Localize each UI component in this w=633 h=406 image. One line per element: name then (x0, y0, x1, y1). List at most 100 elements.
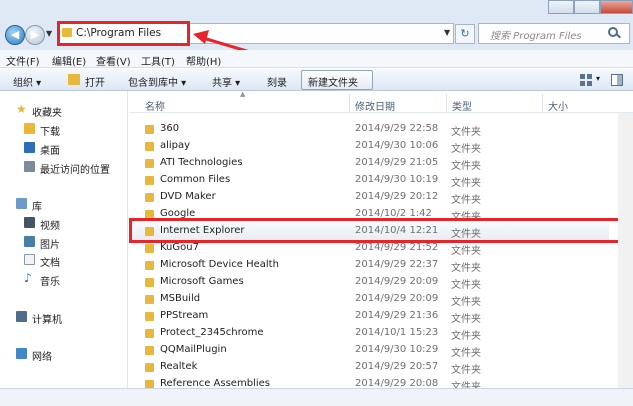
close-button[interactable] (600, 0, 633, 14)
file-name[interactable]: Microsoft Games (160, 276, 244, 287)
column-name[interactable]: 名称 (145, 98, 165, 113)
folder-icon (145, 159, 154, 168)
sidebar-item-favorites[interactable]: 收藏夹 (32, 104, 62, 119)
file-name[interactable]: QQMailPlugin (160, 344, 227, 355)
include-in-library-button[interactable]: 包含到库中 ▾ (128, 74, 186, 89)
sidebar-item-documents[interactable]: 文档 (40, 254, 60, 269)
folder-icon (145, 329, 154, 338)
organize-button[interactable]: 组织 ▾ (13, 74, 41, 89)
vertical-scrollbar[interactable] (618, 113, 633, 388)
table-row[interactable]: Protect_2345chrome 2014/10/1 15:23 文件夹 (129, 325, 609, 342)
file-name[interactable]: Common Files (160, 174, 230, 185)
menu-help[interactable]: 帮助(H) (186, 53, 221, 68)
refresh-button[interactable]: ↻ (455, 24, 475, 44)
sidebar-item-desktop[interactable]: 桌面 (40, 142, 60, 157)
column-modified[interactable]: 修改日期 (355, 98, 395, 113)
back-button[interactable]: ◀ (5, 25, 25, 45)
column-separator[interactable] (349, 94, 350, 112)
search-icon[interactable] (608, 27, 618, 37)
file-type: 文件夹 (451, 127, 481, 138)
table-row[interactable]: Microsoft Device Health 2014/9/29 22:37 文件… (129, 257, 609, 274)
column-separator[interactable] (446, 94, 447, 112)
file-name[interactable]: MSBuild (160, 293, 200, 304)
address-dropdown-icon[interactable]: ▼ (444, 28, 450, 37)
modified-date: 2014/9/29 20:09 (355, 276, 439, 287)
table-row[interactable]: DVD Maker 2014/9/29 20:12 文件夹 (129, 189, 609, 206)
picture-icon (24, 236, 35, 247)
file-type: 文件夹 (451, 365, 481, 376)
sort-arrow-icon: ▲ (240, 90, 246, 98)
document-icon (24, 254, 35, 265)
desktop-icon (24, 142, 35, 153)
sidebar-item-recent[interactable]: 最近访问的位置 (40, 161, 110, 176)
folder-icon (145, 244, 154, 253)
sidebar-item-network[interactable]: 网络 (32, 348, 52, 363)
file-type: 文件夹 (451, 314, 481, 325)
burn-button[interactable]: 刻录 (267, 74, 287, 89)
star-icon: ★ (16, 102, 27, 116)
view-dropdown-icon[interactable]: ▾ (596, 74, 600, 83)
modified-date: 2014/9/29 22:58 (355, 123, 439, 134)
sidebar-item-videos[interactable]: 视频 (40, 217, 60, 232)
folder-icon (145, 363, 154, 372)
file-name[interactable]: alipay (160, 140, 190, 151)
minimize-button[interactable] (548, 0, 574, 14)
file-name[interactable]: DVD Maker (160, 191, 216, 202)
table-row[interactable]: MSBuild 2014/9/29 20:09 文件夹 (129, 291, 609, 308)
library-icon (16, 198, 27, 209)
file-name[interactable]: ATI Technologies (160, 157, 243, 168)
preview-pane-icon[interactable] (611, 74, 623, 86)
file-type: 文件夹 (451, 263, 481, 274)
column-separator[interactable] (542, 94, 543, 112)
modified-date: 2014/9/30 10:19 (355, 174, 439, 185)
table-row[interactable]: ATI Technologies 2014/9/29 21:05 文件夹 (129, 155, 609, 172)
view-options-icon[interactable] (580, 74, 592, 86)
menu-edit[interactable]: 编辑(E) (52, 53, 86, 68)
file-type: 文件夹 (451, 178, 481, 189)
sidebar-item-music[interactable]: 音乐 (40, 273, 60, 288)
video-icon (24, 217, 35, 228)
file-name[interactable]: Microsoft Device Health (160, 259, 279, 270)
menu-file[interactable]: 文件(F) (6, 53, 40, 68)
modified-date: 2014/9/29 21:52 (355, 242, 439, 253)
modified-date: 2014/10/1 15:23 (355, 327, 439, 338)
file-name[interactable]: Realtek (160, 361, 197, 372)
file-name[interactable]: KuGou7 (160, 242, 199, 253)
file-type: 文件夹 (451, 144, 481, 155)
sidebar-item-libraries[interactable]: 库 (32, 198, 42, 213)
open-folder-icon (68, 74, 80, 85)
table-row[interactable]: 360 2014/9/29 22:58 文件夹 (129, 121, 609, 138)
menu-view[interactable]: 查看(V) (96, 53, 131, 68)
new-folder-button[interactable]: 新建文件夹 (308, 74, 358, 89)
modified-date: 2014/9/29 21:36 (355, 310, 439, 321)
maximize-button[interactable] (574, 0, 600, 14)
sidebar-item-computer[interactable]: 计算机 (32, 311, 62, 326)
file-name[interactable]: Protect_2345chrome (160, 327, 264, 338)
file-name[interactable]: PPStream (160, 310, 208, 321)
table-row[interactable]: PPStream 2014/9/29 21:36 文件夹 (129, 308, 609, 325)
sidebar-item-pictures[interactable]: 图片 (40, 236, 60, 251)
file-name[interactable]: 360 (160, 123, 179, 134)
navigation-pane (0, 91, 128, 388)
table-row[interactable]: alipay 2014/9/30 10:06 文件夹 (129, 138, 609, 155)
chevron-down-icon[interactable]: ▼ (46, 29, 52, 38)
sidebar-item-downloads[interactable]: 下载 (40, 123, 60, 138)
forward-button[interactable]: ▶ (25, 25, 45, 45)
table-row[interactable]: Realtek 2014/9/29 20:57 文件夹 (129, 359, 609, 376)
file-type: 文件夹 (451, 297, 481, 308)
menu-tools[interactable]: 工具(T) (141, 53, 175, 68)
folder-icon (145, 278, 154, 287)
table-row[interactable]: QQMailPlugin 2014/9/30 10:29 文件夹 (129, 342, 609, 359)
folder-icon (145, 193, 154, 202)
share-button[interactable]: 共享 ▾ (212, 74, 240, 89)
modified-date: 2014/9/29 21:05 (355, 157, 439, 168)
network-icon (16, 348, 27, 359)
modified-date: 2014/9/29 22:37 (355, 259, 439, 270)
column-size[interactable]: 大小 (548, 98, 568, 113)
modified-date: 2014/9/29 20:57 (355, 361, 439, 372)
column-type[interactable]: 类型 (452, 98, 472, 113)
file-type: 文件夹 (451, 348, 481, 359)
table-row[interactable]: Microsoft Games 2014/9/29 20:09 文件夹 (129, 274, 609, 291)
open-button[interactable]: 打开 (85, 74, 105, 89)
table-row[interactable]: Common Files 2014/9/30 10:19 文件夹 (129, 172, 609, 189)
